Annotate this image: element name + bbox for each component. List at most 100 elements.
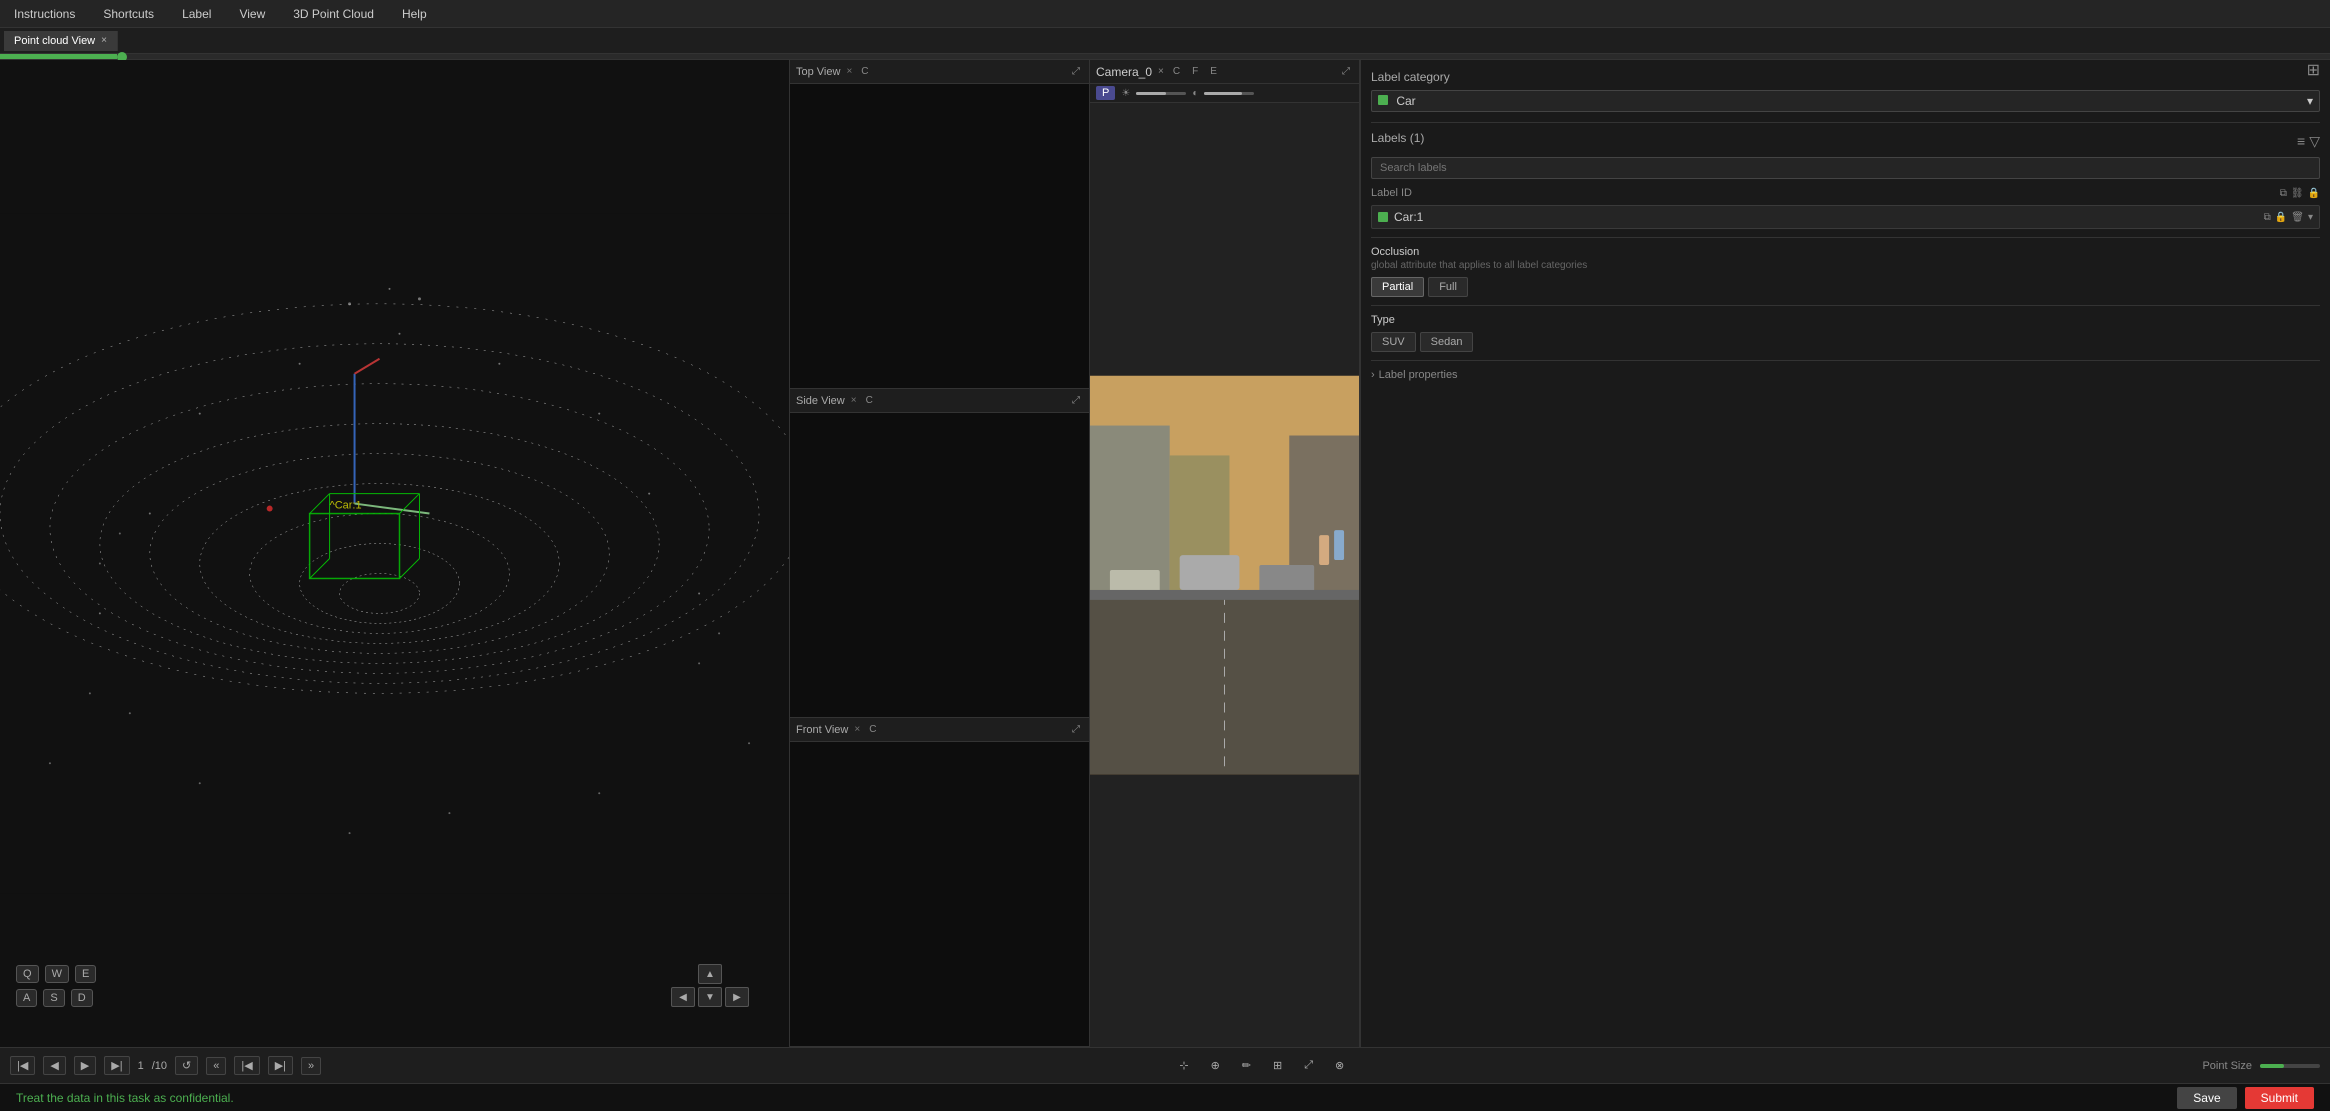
contrast-slider[interactable]: [1204, 92, 1254, 95]
category-chevron: ▾: [2307, 94, 2313, 108]
camera-image: [1090, 103, 1359, 1047]
save-button[interactable]: Save: [2177, 1087, 2236, 1109]
label-id-actions: ⧉ ⛓ 🔒: [2280, 188, 2320, 199]
submit-button[interactable]: Submit: [2245, 1087, 2314, 1109]
camera-tag-e[interactable]: E: [1207, 65, 1220, 78]
tool-lasso[interactable]: ⊕: [1206, 1056, 1225, 1075]
label-category-title: Label category: [1371, 70, 2320, 84]
tool-transform[interactable]: ⤢: [1299, 1056, 1318, 1075]
top-view-close[interactable]: ×: [846, 66, 852, 77]
label-properties-expand[interactable]: › Label properties: [1371, 369, 2320, 381]
sort-icon[interactable]: ≡: [2297, 133, 2305, 150]
tab-label: Point cloud View: [14, 35, 95, 47]
occlusion-btn-group: Partial Full: [1371, 277, 2320, 297]
menu-shortcuts[interactable]: Shortcuts: [97, 5, 160, 23]
camera-header: Camera_0 × C F E ⤢: [1090, 60, 1359, 84]
frame-play-btn[interactable]: ▶: [74, 1056, 96, 1075]
menu-view[interactable]: View: [233, 5, 271, 23]
side-view-expand[interactable]: ⤢: [1069, 394, 1083, 407]
front-view-tag[interactable]: C: [866, 723, 879, 736]
tool-select[interactable]: ⊹: [1174, 1056, 1193, 1075]
frame-prev-btn[interactable]: ◀: [43, 1056, 65, 1075]
toolbar-right: Point Size: [2202, 1060, 2320, 1072]
camera-close[interactable]: ×: [1158, 66, 1164, 77]
arrow-right-btn[interactable]: ▶: [725, 987, 749, 1007]
top-view-panel: Top View × C ⤢: [790, 60, 1089, 389]
divider-1: [1371, 122, 2320, 123]
camera-title: Camera_0: [1096, 65, 1152, 79]
front-view-header: Front View × C ⤢: [790, 718, 1089, 742]
nav-prev-prev[interactable]: «: [206, 1057, 226, 1075]
front-view-expand[interactable]: ⤢: [1069, 723, 1083, 736]
frame-current: 1: [138, 1060, 144, 1072]
menu-help[interactable]: Help: [396, 5, 433, 23]
top-right-icon-btn[interactable]: ⊞: [2307, 60, 2320, 80]
arrow-left-btn[interactable]: ◀: [671, 987, 695, 1007]
nav-fast-prev[interactable]: |◀: [234, 1056, 259, 1075]
right-panels: Top View × C ⤢ Side View × C ⤢: [790, 60, 1090, 1047]
copy-icon[interactable]: ⧉: [2280, 188, 2287, 199]
key-q: Q: [16, 965, 39, 983]
label-category-select[interactable]: Car ▾: [1371, 90, 2320, 112]
brightness-slider[interactable]: [1136, 92, 1186, 95]
camera-tag-c[interactable]: C: [1170, 65, 1183, 78]
label-item-car1[interactable]: Car:1 ⧉ 🔒 🗑 ▾: [1371, 205, 2320, 229]
key-row-1: Q W E: [16, 965, 96, 983]
link-icon[interactable]: ⛓: [2291, 188, 2304, 199]
tool-draw[interactable]: ✏: [1237, 1056, 1256, 1075]
camera-expand[interactable]: ⤢: [1339, 65, 1353, 78]
tab-point-cloud-view[interactable]: Point cloud View ×: [4, 31, 118, 51]
filter-icon[interactable]: ▽: [2309, 133, 2320, 150]
tool-anchor[interactable]: ⊞: [1268, 1056, 1287, 1075]
arrow-mid-row: ◀ ▼ ▶: [671, 987, 749, 1007]
key-d: D: [71, 989, 93, 1007]
frame-refresh-btn[interactable]: ↺: [175, 1056, 198, 1075]
type-suv-btn[interactable]: SUV: [1371, 332, 1416, 352]
svg-text:^Car:1: ^Car:1: [330, 500, 362, 512]
camera-tag-f[interactable]: F: [1189, 65, 1201, 78]
arrow-down-btn[interactable]: ▼: [698, 987, 722, 1007]
label-color-dot: [1378, 212, 1388, 222]
nav-fast-next[interactable]: ▶|: [268, 1056, 293, 1075]
labels-header: Labels (1) ≡ ▽: [1371, 131, 2320, 151]
menu-label[interactable]: Label: [176, 5, 217, 23]
search-labels-input[interactable]: [1371, 157, 2320, 179]
top-view-expand[interactable]: ⤢: [1069, 65, 1083, 78]
arrow-up-row: ▲: [698, 964, 722, 984]
menu-instructions[interactable]: Instructions: [8, 5, 81, 23]
label-collapse-icon[interactable]: ▾: [2308, 212, 2313, 223]
p-button[interactable]: P: [1096, 86, 1115, 100]
label-properties-label: Label properties: [1379, 369, 1458, 381]
front-view-close[interactable]: ×: [854, 724, 860, 735]
side-view-close[interactable]: ×: [851, 395, 857, 406]
side-view-tag[interactable]: C: [863, 394, 876, 407]
lock-icon[interactable]: 🔒: [2308, 188, 2320, 199]
occlusion-partial-btn[interactable]: Partial: [1371, 277, 1424, 297]
divider-3: [1371, 305, 2320, 306]
tool-extra[interactable]: ⊗: [1330, 1056, 1349, 1075]
occlusion-title: Occlusion: [1371, 246, 2320, 258]
point-size-slider[interactable]: [2260, 1064, 2320, 1068]
bottom-toolbar: |◀ ◀ ▶ ▶| 1 /10 ↺ « |◀ ▶| » ⊹ ⊕ ✏ ⊞ ⤢ ⊗ …: [0, 1047, 2330, 1083]
properties-panel: Label category Car ▾ Labels (1) ≡ ▽ Labe…: [1360, 60, 2330, 1047]
top-view-tag[interactable]: C: [858, 65, 871, 78]
label-lock-icon[interactable]: 🔒: [2275, 212, 2287, 223]
camera-panel: Camera_0 × C F E ⤢ P ☀ ◐: [1090, 60, 1360, 1047]
menu-3d-point-cloud[interactable]: 3D Point Cloud: [287, 5, 380, 23]
timeline-progress: [0, 54, 117, 59]
label-trash-icon[interactable]: 🗑: [2291, 212, 2304, 223]
label-copy-icon[interactable]: ⧉: [2264, 212, 2271, 223]
frame-next-btn[interactable]: ▶|: [104, 1056, 129, 1075]
side-view-header: Side View × C ⤢: [790, 389, 1089, 413]
category-dot: [1378, 95, 1388, 105]
nav-next-next[interactable]: »: [301, 1057, 321, 1075]
side-view-label: Side View: [796, 395, 845, 407]
frame-total: /10: [152, 1060, 167, 1072]
frame-first-btn[interactable]: |◀: [10, 1056, 35, 1075]
side-view-panel: Side View × C ⤢: [790, 389, 1089, 718]
tab-close-icon[interactable]: ×: [101, 35, 107, 46]
type-sedan-btn[interactable]: Sedan: [1420, 332, 1474, 352]
occlusion-full-btn[interactable]: Full: [1428, 277, 1468, 297]
expand-up-btn[interactable]: ▲: [698, 964, 722, 984]
labels-actions: ≡ ▽: [2297, 133, 2320, 150]
